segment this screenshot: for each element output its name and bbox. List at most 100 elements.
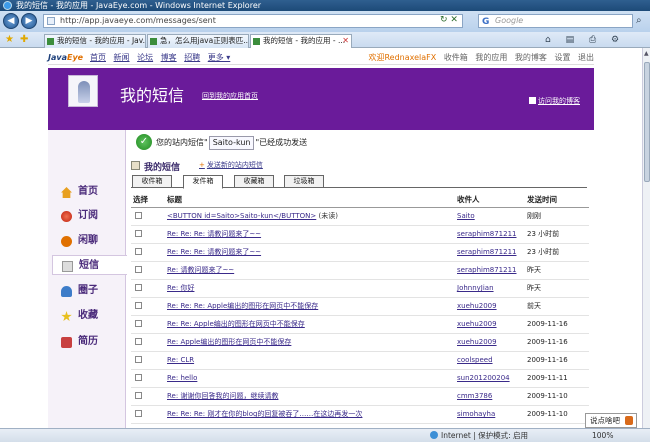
logout-link[interactable]: 退出 [578, 53, 594, 62]
row-title-cell: Re: 谢谢你回答我的问题，继续请教 [165, 387, 455, 406]
nav-link-more[interactable]: 更多 ▾ [208, 53, 231, 62]
message-title-link[interactable]: Re: Re: Re: 刚才在你的blog的回复被吞了……在这边再发一次 [167, 410, 362, 418]
sidebar-item-subscribe[interactable]: 订阅 [52, 206, 124, 226]
browser-tab-active[interactable]: 我的短信 - 我的应用 - ... ✕ [250, 34, 352, 48]
nav-link-news[interactable]: 新闻 [114, 53, 130, 62]
row-checkbox[interactable] [135, 355, 142, 363]
row-checkbox[interactable] [135, 409, 142, 417]
sidebar-item-chat[interactable]: 闲聊 [52, 231, 124, 251]
toolbar-icons[interactable]: ⌂ ▤ ⎙ ⚙ [545, 35, 625, 45]
recipient-link[interactable]: xuehu2009 [457, 302, 497, 310]
back-arrow-icon[interactable]: ◀ [3, 13, 19, 29]
recipient-link[interactable]: coolspeed [457, 356, 493, 364]
browser-tab[interactable]: 我的短信 - 我的应用 - Jav... [44, 34, 146, 48]
message-title-link[interactable]: Re: Re: Re: 请教问题来了~~ [167, 248, 261, 256]
visit-blog-link[interactable]: 访问我的博客 [529, 96, 580, 106]
sidebar-item-resume[interactable]: 简历 [52, 332, 124, 352]
avatar[interactable] [68, 75, 98, 107]
row-checkbox[interactable] [135, 211, 142, 219]
scroll-up-icon[interactable]: ▲ [644, 50, 649, 57]
nav-link-jobs[interactable]: 招聘 [184, 53, 200, 62]
row-select-cell [131, 225, 165, 244]
settings-link[interactable]: 设置 [554, 53, 570, 62]
row-title-cell: Re: Apple编出的图形在网页中不能保存 [165, 333, 455, 352]
add-favorite-icon[interactable]: ✚ [20, 35, 28, 45]
row-checkbox[interactable] [135, 247, 142, 255]
message-title-link[interactable]: Re: 请教问题来了~~ [167, 266, 234, 274]
sidebar-item-favorites[interactable]: 收藏 [52, 306, 124, 326]
my-blog-link[interactable]: 我的博客 [515, 53, 547, 62]
browser-tab-label: 我的短信 - 我的应用 - ... [263, 36, 346, 45]
ie-logo-icon [3, 1, 12, 10]
browser-tab[interactable]: 急，怎么用java正则表匹... [147, 34, 249, 48]
sidebar-item-groups[interactable]: 圈子 [52, 281, 124, 301]
row-title-cell: Re: 请教问题来了~~ [165, 261, 455, 280]
chat-icon [61, 236, 72, 247]
recipient-link[interactable]: xuehu2009 [457, 338, 497, 346]
refresh-icon[interactable]: ↻ ✕ [440, 15, 458, 25]
message-title-link[interactable]: Re: Re: Re: Apple编出的图形在网页中不能保存 [167, 302, 318, 310]
recipient-link[interactable]: seraphim871211 [457, 266, 517, 274]
row-checkbox[interactable] [135, 391, 142, 399]
table-row: Re: Re: Apple编出的图形在网页中不能保存 xuehu2009 2009… [131, 315, 589, 334]
recipient-link[interactable]: seraphim871211 [457, 248, 517, 256]
table-row: Re: Re: Re: 请教问题来了~~ seraphim871211 23 小时… [131, 243, 589, 262]
security-zone[interactable]: Internet | 保护模式: 启用 [430, 429, 528, 442]
message-title-link[interactable]: Re: Re: Apple编出的图形在网页中不能保存 [167, 320, 305, 328]
user-links: 欢迎RednaxelaFX 收件箱 我的应用 我的博客 设置 退出 [363, 51, 594, 65]
close-tab-icon[interactable]: ✕ [342, 35, 349, 47]
recipient-link[interactable]: sun201200204 [457, 374, 510, 382]
sidebar-item-messages[interactable]: 短信 [52, 255, 127, 275]
row-checkbox[interactable] [135, 301, 142, 309]
recipient-link[interactable]: Saito [457, 212, 475, 220]
forward-arrow-icon[interactable]: ▶ [21, 13, 37, 29]
recipient-link[interactable]: JohnnyJian [457, 284, 494, 292]
nav-link-home[interactable]: 首页 [90, 53, 106, 62]
message-title-link[interactable]: Re: 你好 [167, 284, 194, 292]
zoom-level[interactable]: 100% [592, 429, 613, 442]
window-title: 我的短信 - 我的应用 - JavaEye.com - Windows Inte… [16, 1, 262, 10]
javaeye-logo[interactable]: JavaEye [48, 51, 83, 65]
row-select-cell [131, 387, 165, 406]
sidebar-item-label: 圈子 [78, 285, 98, 296]
recipient-link[interactable]: xuehu2009 [457, 320, 497, 328]
my-apps-link[interactable]: 我的应用 [475, 53, 507, 62]
table-row: Re: Apple编出的图形在网页中不能保存 xuehu2009 2009-11-… [131, 333, 589, 352]
favorites-star-icon[interactable]: ★ [5, 35, 14, 45]
row-checkbox[interactable] [135, 373, 142, 381]
tab-trash[interactable]: 垃圾箱 [284, 175, 324, 188]
tab-inbox[interactable]: 收件箱 [132, 175, 172, 188]
row-checkbox[interactable] [135, 283, 142, 291]
message-title-link[interactable]: Re: CLR [167, 356, 194, 364]
row-checkbox[interactable] [135, 319, 142, 327]
message-title-link[interactable]: Re: 谢谢你回答我的问题，继续请教 [167, 392, 278, 400]
row-checkbox[interactable] [135, 229, 142, 237]
sidebar-item-home[interactable]: 首页 [52, 182, 124, 202]
search-go-icon[interactable]: ⌕ [636, 15, 642, 26]
row-select-cell [131, 297, 165, 316]
message-title-link[interactable]: Re: Apple编出的图形在网页中不能保存 [167, 338, 291, 346]
inbox-link[interactable]: 收件箱 [444, 53, 468, 62]
recipient-link[interactable]: seraphim871211 [457, 230, 517, 238]
message-title-link[interactable]: Re: hello [167, 374, 197, 382]
vertical-scrollbar[interactable]: ▲ [642, 48, 650, 428]
recipient-link[interactable]: simohayha [457, 410, 495, 418]
message-title-link[interactable]: Re: Re: Re: 请教问题来了~~ [167, 230, 261, 238]
sidebar: 首页 订阅 闲聊 短信 圈子 收藏 简历 [48, 130, 127, 428]
row-checkbox[interactable] [135, 265, 142, 273]
row-checkbox[interactable] [135, 337, 142, 345]
send-new-message-link[interactable]: + 发送新的站内短信 [199, 160, 263, 170]
search-input[interactable]: G Google [478, 14, 633, 28]
tab-sent[interactable]: 发件箱 [183, 175, 223, 189]
nav-link-forum[interactable]: 论坛 [137, 53, 153, 62]
welcome-user[interactable]: 欢迎RednaxelaFX [368, 53, 436, 62]
message-title-link[interactable]: <BUTTON id=Saito>Saito-kun</BUTTON> [167, 212, 316, 220]
tab-saved[interactable]: 收藏箱 [234, 175, 274, 188]
recipient-link[interactable]: cmm3786 [457, 392, 492, 400]
tab-favicon-icon [150, 38, 157, 45]
scrollbar-thumb[interactable] [644, 62, 650, 182]
speech-widget[interactable]: 说点啥吧 [585, 413, 637, 428]
address-bar[interactable]: http://app.javaeye.com/messages/sent [43, 14, 463, 28]
nav-link-blog[interactable]: 博客 [161, 53, 177, 62]
back-to-apps-link[interactable]: 回到我的应用首页 [202, 91, 258, 101]
